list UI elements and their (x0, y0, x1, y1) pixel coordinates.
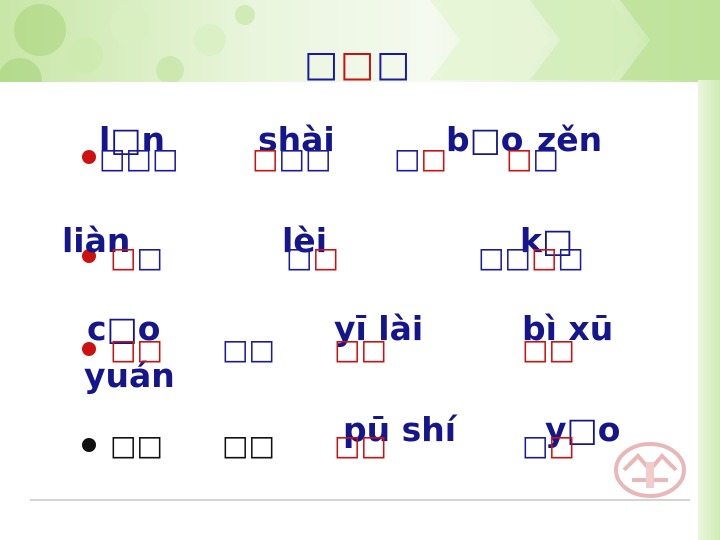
title-char-1: □ (304, 44, 341, 85)
hanzi-char: □ (506, 142, 533, 175)
hanzi-group-1-4: □□ (506, 145, 559, 173)
hanzi-char: □ (334, 429, 361, 462)
hanzi-char: □ (110, 333, 137, 366)
hanzi-char: □ (394, 142, 421, 175)
hanzi-group-2-1: □□ (110, 244, 163, 272)
hanzi-char: □ (334, 333, 361, 366)
hanzi-group-3-4: □□ (522, 336, 575, 364)
hanzi-group-4-3: □□ (334, 432, 387, 460)
hanzi-group-1-1: □□□ (99, 145, 178, 173)
hanzi-group-3-1: □□ (110, 336, 163, 364)
bullet-row-4 (82, 438, 96, 452)
hanzi-char: □ (522, 429, 549, 462)
hanzi-group-4-4: □□ (522, 432, 575, 460)
hanzi-char: □ (248, 429, 275, 462)
hanzi-char: □ (360, 429, 387, 462)
hanzi-char: □ (548, 333, 575, 366)
hanzi-char: □ (360, 333, 387, 366)
hanzi-char: □ (304, 142, 332, 175)
hanzi-char: □ (110, 429, 137, 462)
hanzi-group-1-2: □□□ (252, 145, 331, 173)
hanzi-char: □ (222, 429, 249, 462)
hanzi-group-2-3: □□□□ (478, 244, 584, 272)
hanzi-char: □ (312, 241, 339, 274)
hanzi-char: □ (530, 241, 558, 274)
hanzi-char: □ (522, 333, 549, 366)
footer-divider (30, 499, 690, 501)
hanzi-char: □ (548, 429, 575, 462)
hanzi-char: □ (252, 142, 279, 175)
title-char-3: □ (376, 44, 413, 85)
hanzi-char: □ (532, 142, 559, 175)
hanzi-char: □ (504, 241, 531, 274)
hanzi-group-4-2: □□ (222, 432, 275, 460)
emblem-logo (614, 442, 686, 498)
bullet-row-1 (82, 150, 96, 164)
hanzi-char: □ (478, 241, 505, 274)
hanzi-char: □ (136, 429, 163, 462)
hanzi-group-3-3: □□ (334, 336, 387, 364)
hanzi-group-3-2: □□ (222, 336, 275, 364)
hanzi-char: □ (125, 142, 152, 175)
hanzi-char: □ (286, 241, 313, 274)
page-title: □□□ (304, 44, 412, 85)
hanzi-char: □ (420, 142, 447, 175)
hanzi-char: □ (136, 333, 163, 366)
hanzi-group-1-3: □□ (394, 145, 447, 173)
hanzi-char: □ (278, 142, 305, 175)
hanzi-group-2-2: □□ (286, 244, 339, 272)
hanzi-char: □ (222, 333, 249, 366)
hanzi-char: □ (136, 241, 163, 274)
hanzi-char: □ (99, 142, 126, 175)
side-stripe (698, 80, 720, 540)
hanzi-group-4-1: □□ (110, 432, 163, 460)
chevron-banner-decoration (430, 0, 720, 80)
hanzi-char: □ (110, 241, 137, 274)
hanzi-char: □ (151, 142, 179, 175)
hanzi-char: □ (557, 241, 584, 274)
hanzi-char: □ (248, 333, 275, 366)
title-char-2: □ (340, 44, 377, 85)
